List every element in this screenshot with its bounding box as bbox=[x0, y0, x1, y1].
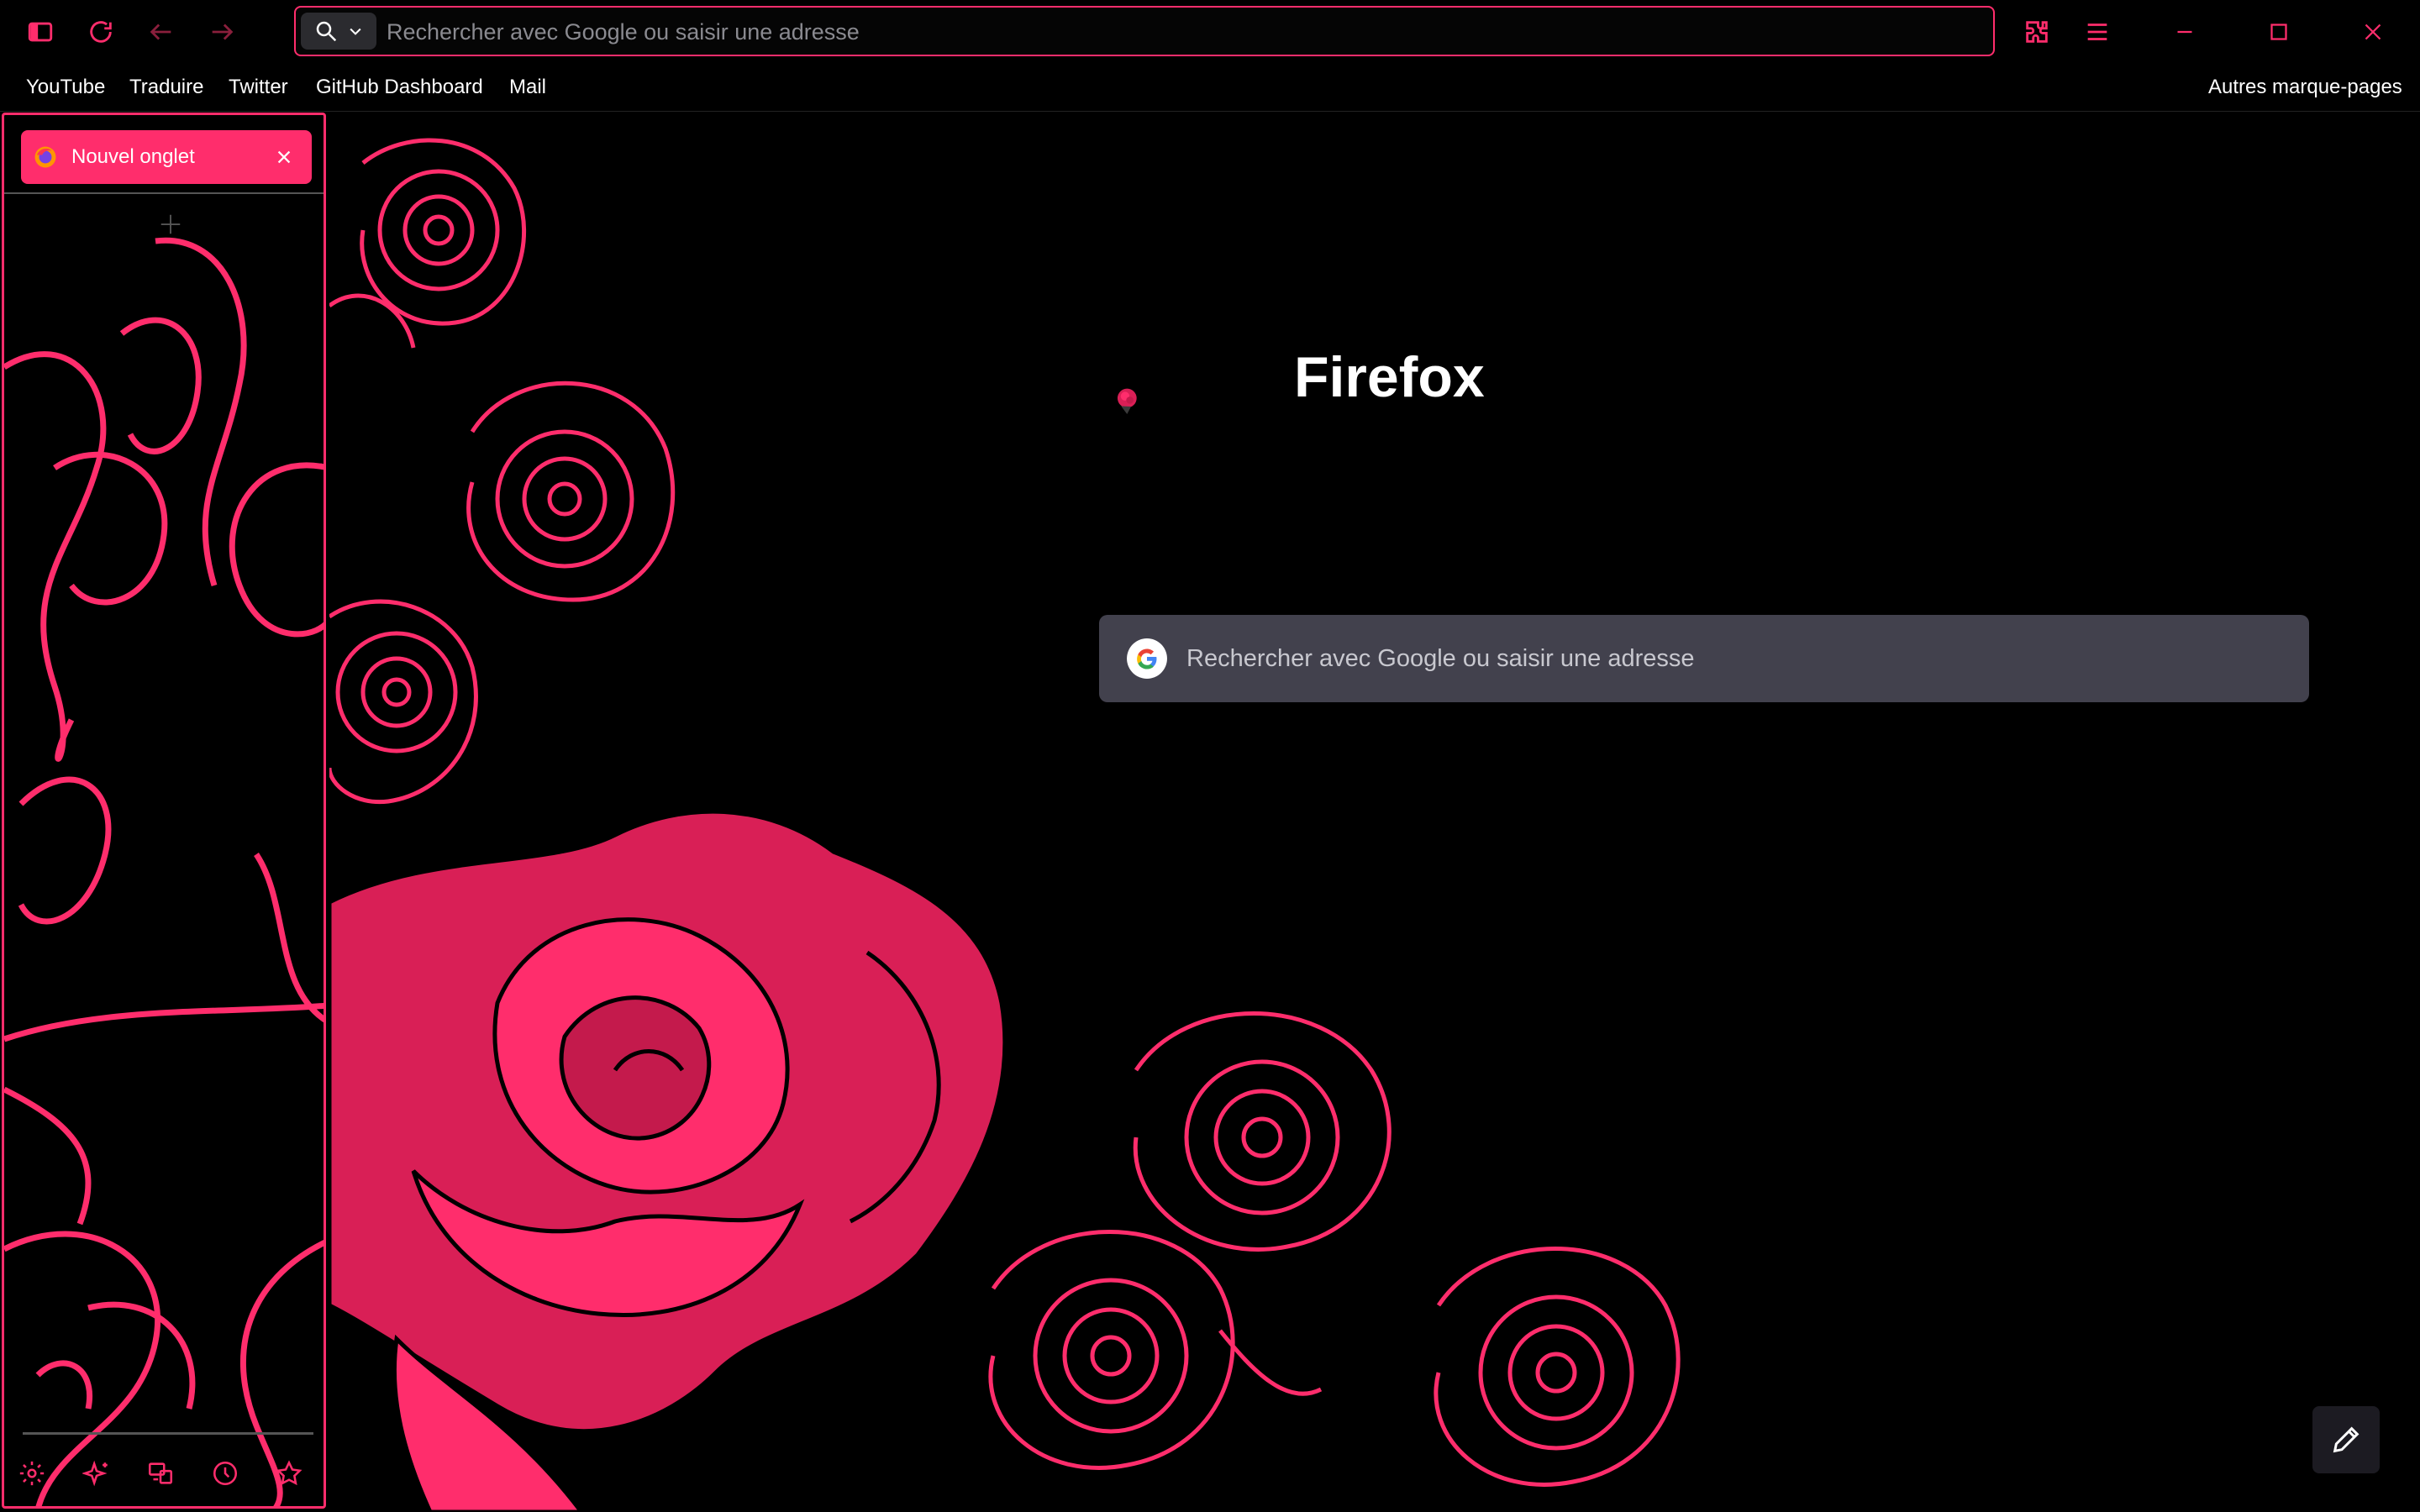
chevron-down-icon bbox=[350, 28, 361, 35]
new-tab-page: Firefox bbox=[329, 113, 2420, 1512]
newtab-search-input[interactable] bbox=[1185, 643, 2281, 674]
search-engine-button[interactable] bbox=[301, 13, 376, 50]
sidebar-tools bbox=[18, 1459, 303, 1496]
close-icon bbox=[2365, 24, 2381, 40]
back-button[interactable] bbox=[141, 12, 182, 52]
reload-button[interactable] bbox=[81, 12, 121, 52]
tab-label: Nouvel onglet bbox=[71, 145, 195, 168]
bookmarks-button[interactable] bbox=[275, 1459, 303, 1496]
reload-icon bbox=[90, 21, 112, 43]
rose-outline-art bbox=[4, 237, 324, 1506]
sidebar: Nouvel onglet bbox=[2, 113, 326, 1509]
customize-button[interactable] bbox=[2312, 1406, 2380, 1473]
close-tab-icon[interactable] bbox=[275, 148, 293, 166]
roses-background-art bbox=[329, 138, 1681, 1512]
bookmark-twitter[interactable]: Twitter bbox=[229, 76, 288, 99]
newtab-search-box[interactable] bbox=[1099, 615, 2309, 702]
sync-icon bbox=[148, 1462, 173, 1484]
synced-tabs-button[interactable] bbox=[146, 1459, 175, 1496]
menu-icon bbox=[2087, 24, 2107, 40]
bookmark-github-dashboard[interactable]: GitHub Dashboard bbox=[316, 76, 483, 99]
settings-icon bbox=[19, 1461, 45, 1486]
sidebar-icon bbox=[28, 22, 53, 42]
firefox-icon bbox=[34, 146, 56, 168]
bookmark-mail[interactable]: Mail bbox=[509, 76, 546, 99]
google-icon bbox=[1127, 638, 1167, 679]
search-icon bbox=[316, 21, 337, 42]
other-bookmarks[interactable]: Autres marque-pages bbox=[2208, 76, 2402, 99]
bookmarks-star-icon bbox=[276, 1460, 302, 1486]
pencil-icon bbox=[2333, 1426, 2360, 1453]
maximize-icon bbox=[2270, 24, 2287, 40]
back-icon bbox=[150, 24, 171, 40]
sparkle-icon bbox=[81, 1460, 108, 1487]
sidebar-toggle-button[interactable] bbox=[20, 12, 60, 52]
extensions-button[interactable] bbox=[2017, 12, 2057, 52]
sidebar-divider bbox=[23, 1432, 313, 1435]
new-tab-button[interactable] bbox=[154, 209, 187, 243]
forward-button[interactable] bbox=[202, 12, 242, 52]
menu-button[interactable] bbox=[2077, 12, 2118, 52]
bookmarks-bar: YouTube Traduire Twitter GitHub Dashboar… bbox=[0, 66, 2420, 112]
url-bar[interactable] bbox=[294, 6, 1995, 56]
url-input[interactable] bbox=[385, 11, 1968, 53]
minimize-button[interactable] bbox=[2165, 12, 2205, 52]
close-window-button[interactable] bbox=[2353, 12, 2393, 52]
ai-button[interactable] bbox=[81, 1459, 111, 1496]
toolbar bbox=[0, 0, 2420, 64]
settings-button[interactable] bbox=[18, 1459, 46, 1496]
history-icon bbox=[213, 1461, 237, 1486]
bookmark-traduire[interactable]: Traduire bbox=[129, 76, 203, 99]
firefox-rose-logo bbox=[1117, 388, 1137, 414]
tab-separator bbox=[4, 192, 324, 194]
minimize-icon bbox=[2177, 30, 2192, 34]
bookmark-youtube[interactable]: YouTube bbox=[26, 76, 105, 99]
forward-icon bbox=[212, 24, 234, 40]
extensions-icon bbox=[2026, 21, 2048, 43]
brand-title: Firefox bbox=[1294, 345, 1485, 409]
history-button[interactable] bbox=[211, 1459, 239, 1496]
tab-nouvel-onglet[interactable]: Nouvel onglet bbox=[21, 130, 312, 184]
plus-icon bbox=[160, 214, 181, 234]
maximize-button[interactable] bbox=[2259, 12, 2299, 52]
